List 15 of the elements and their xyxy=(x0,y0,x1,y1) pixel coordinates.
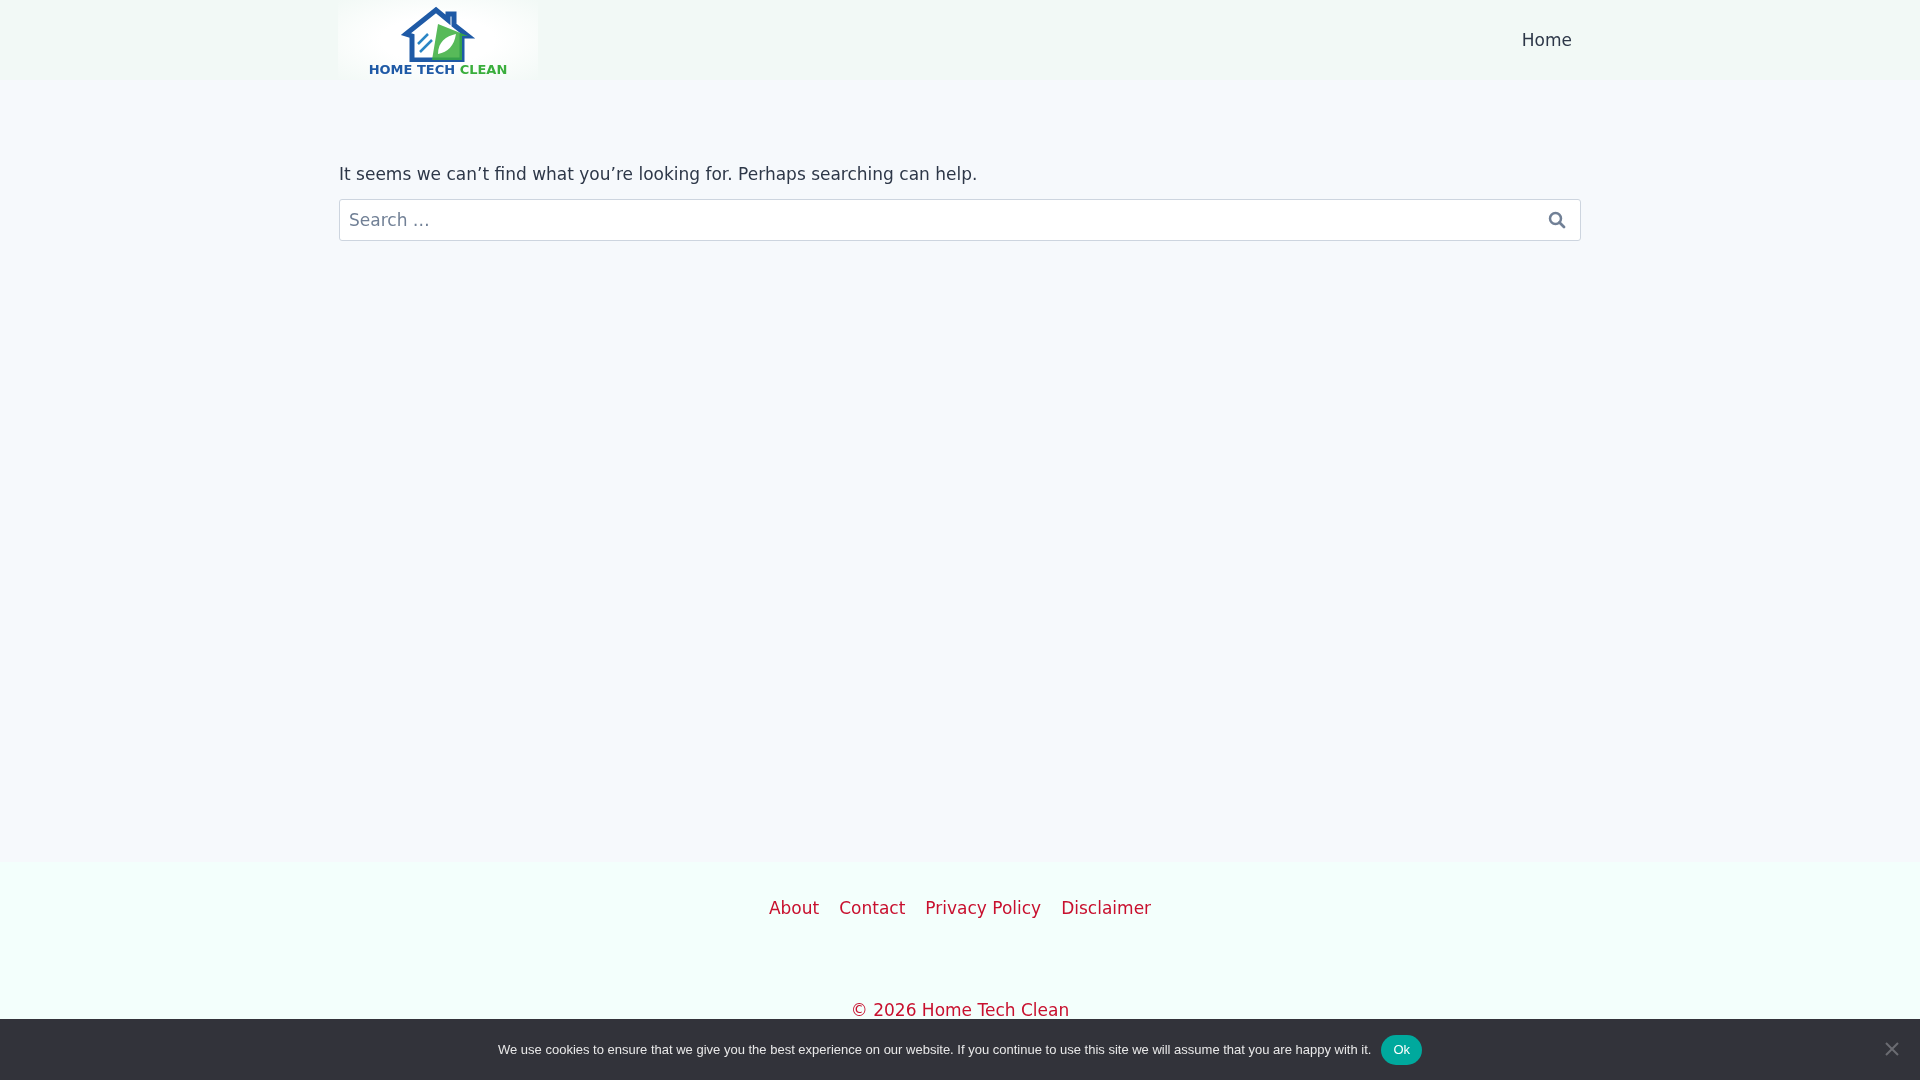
house-icon xyxy=(398,4,478,62)
copyright-text: © 2026 Home Tech Clean xyxy=(850,1000,1070,1020)
not-found-message: It seems we can’t find what you’re looking for. Perhaps searching can help. xyxy=(339,164,979,184)
footer-link[interactable]: Contact xyxy=(839,898,906,918)
site-logo[interactable]: HOME TECH CLEAN xyxy=(338,0,538,80)
search-icon xyxy=(1548,211,1566,229)
cookie-message: We use cookies to ensure that we give you the best experience on our website. If you continue to use this site we will assume that you are happy with it. xyxy=(498,1042,1372,1057)
nav-link[interactable]: Home xyxy=(1511,22,1582,58)
footer-link[interactable]: Disclaimer xyxy=(1061,898,1152,918)
ok-button[interactable]: Ok xyxy=(1381,1034,1422,1065)
close-icon[interactable] xyxy=(1884,1041,1900,1057)
footer-link[interactable]: Privacy Policy xyxy=(925,898,1042,918)
logo-text: HOME TECH CLEAN xyxy=(368,62,508,77)
search-field[interactable]: Search … xyxy=(339,199,1581,241)
footer-link[interactable]: About xyxy=(768,898,820,918)
